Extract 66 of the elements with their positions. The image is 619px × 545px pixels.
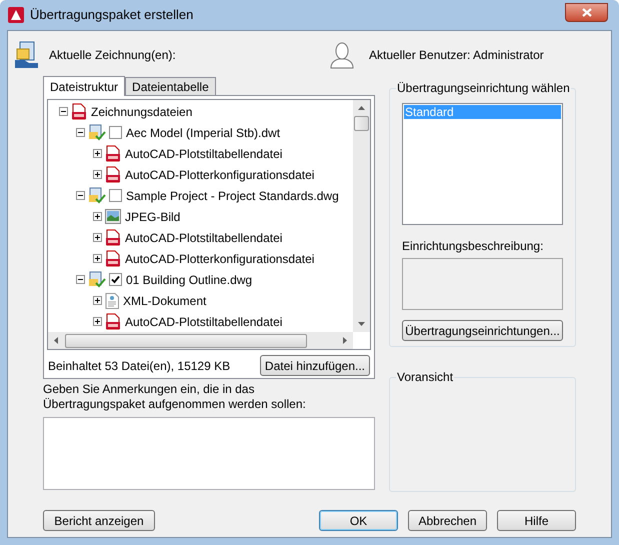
scroll-thumb[interactable] [354, 116, 369, 131]
window-title: Übertragungspaket erstellen [30, 6, 194, 24]
tree-item[interactable]: JPEG-Bild [125, 208, 180, 226]
scroll-thumb[interactable] [65, 334, 307, 348]
expand-toggle[interactable] [93, 170, 102, 179]
dialog-button[interactable]: OK [319, 510, 398, 531]
checkbox[interactable] [109, 189, 122, 202]
package-icon [14, 41, 39, 69]
scroll-right-icon [343, 337, 347, 344]
description-label: Einrichtungsbeschreibung: [402, 238, 544, 255]
drawing-file-icon [88, 271, 106, 288]
document-icon [105, 292, 119, 308]
user-icon [330, 42, 354, 68]
expand-toggle[interactable] [93, 254, 102, 263]
tree-item[interactable]: Zeichnungsdateien [91, 102, 192, 120]
drawing-file-icon [88, 187, 106, 204]
scroll-left-icon [54, 337, 58, 344]
tree-item[interactable]: AutoCAD-Plotterkonfigurationsdatei [125, 250, 314, 268]
tree-item[interactable]: Aec Model (Imperial Stb).dwt [126, 124, 280, 142]
dialog-button[interactable]: Übertragungseinrichtungen... [402, 320, 563, 341]
current-user-label: Aktueller Benutzer: Administrator [369, 47, 544, 64]
file-icon [105, 145, 121, 162]
summary-text: Beinhaltet 53 Datei(en), 15129 KB [48, 358, 230, 374]
tree-item[interactable]: AutoCAD-Plotstiltabellendatei [125, 228, 282, 246]
current-drawings-label: Aktuelle Zeichnung(en): [49, 47, 177, 64]
close-button[interactable] [565, 2, 608, 22]
file-icon [105, 250, 121, 267]
expand-toggle[interactable] [93, 317, 102, 326]
horizontal-scrollbar[interactable] [48, 332, 353, 349]
scroll-up-icon [358, 106, 365, 110]
checkbox[interactable] [109, 126, 122, 139]
close-icon [582, 8, 592, 16]
notes-label: Geben Sie Anmerkungen ein, die in das Übertragungspaket aufgenommen werden sollen: [43, 382, 307, 412]
expand-toggle[interactable] [93, 149, 102, 158]
expand-toggle[interactable] [93, 212, 102, 221]
scroll-down-icon [358, 322, 365, 326]
collapse-toggle[interactable] [76, 128, 85, 137]
dialog-button[interactable]: Datei hinzufügen... [260, 355, 370, 376]
expand-toggle[interactable] [93, 296, 102, 305]
file-icon [105, 229, 121, 246]
expand-toggle[interactable] [93, 233, 102, 242]
dialog-button[interactable]: Hilfe [497, 510, 576, 531]
drawing-file-icon [88, 124, 106, 141]
group-title: Übertragungseinrichtung wählen [396, 81, 571, 95]
tab[interactable]: Dateistruktur [43, 76, 126, 96]
tree-item[interactable]: AutoCAD-Plotstiltabellendatei [125, 144, 282, 162]
notes-field[interactable] [43, 417, 375, 490]
collapse-toggle[interactable] [59, 107, 68, 116]
tree-item[interactable]: Sample Project - Project Standards.dwg [126, 186, 339, 204]
tab[interactable]: Dateientabelle [125, 77, 216, 95]
file-icon [105, 313, 121, 330]
file-icon [71, 103, 87, 120]
collapse-toggle[interactable] [76, 191, 85, 200]
tree-item[interactable]: 01 Building Outline.dwg [126, 270, 252, 288]
group-title: Voransicht [396, 370, 454, 384]
collapse-toggle[interactable] [76, 275, 85, 284]
file-icon [105, 166, 121, 183]
vertical-scrollbar[interactable] [353, 100, 370, 332]
tree-item[interactable]: AutoCAD-Plotstiltabellendatei [125, 312, 282, 330]
image-file-icon [105, 209, 121, 224]
tree-item[interactable]: AutoCAD-Plotterkonfigurationsdatei [125, 166, 314, 184]
app-logo-icon [8, 7, 24, 23]
tree-item[interactable]: XML-Dokument [123, 292, 206, 310]
checkbox[interactable] [109, 273, 122, 286]
dialog-button[interactable]: Bericht anzeigen [43, 510, 155, 531]
dialog-button[interactable]: Abbrechen [408, 510, 487, 531]
